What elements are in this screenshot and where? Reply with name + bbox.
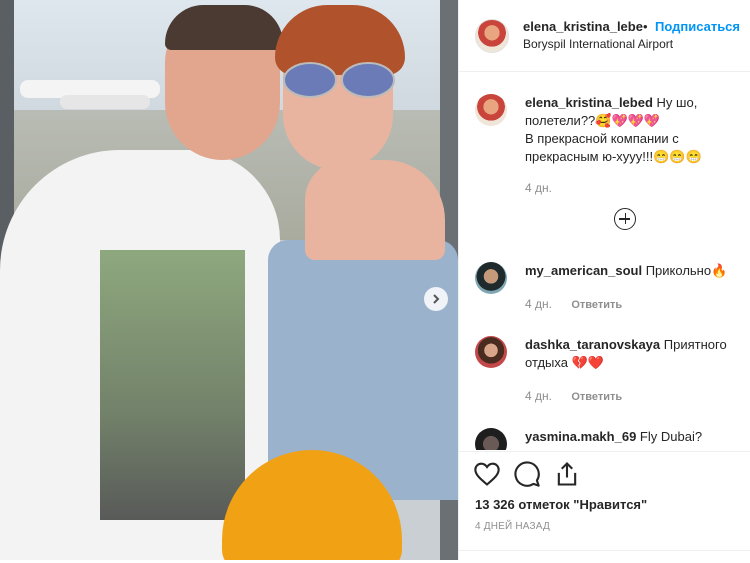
caption-line: В прекрасной компании с <box>525 131 679 146</box>
avatar[interactable] <box>475 428 507 450</box>
caption-line: прекрасным ю-хууу!!!😁😁😁 <box>525 149 702 164</box>
comment-meta: 4 дн. Ответить <box>525 389 622 403</box>
post-username[interactable]: elena_kristina_lebe <box>523 19 643 34</box>
post-actions: 13 326 отметок "Нравится" 4 ДНЕЙ НАЗАД <box>459 451 750 561</box>
comments-list: elena_kristina_lebed Ну шо, полетели??🥰💖… <box>459 72 750 450</box>
comment-body: Fly Dubai? <box>639 429 703 444</box>
likes-count[interactable]: 13 326 отметок "Нравится" <box>475 497 647 512</box>
comment-time[interactable]: 4 дн. <box>525 297 552 311</box>
caption-line: Ну шо, <box>656 95 698 110</box>
avatar[interactable] <box>475 262 507 294</box>
add-comment-section <box>459 550 750 563</box>
separator-dot: • <box>643 19 648 34</box>
photo-woman-shoulder <box>305 160 445 260</box>
post-location[interactable]: Boryspil International Airport <box>523 37 673 51</box>
comment-body: отдыха <box>525 355 568 370</box>
comment-body: Прикольно🔥 <box>645 263 728 278</box>
post-side-panel: elena_kristina_lebe • Подписаться Borysp… <box>458 0 750 560</box>
post-photo[interactable] <box>0 0 458 560</box>
comment-time[interactable]: 4 дн. <box>525 389 552 403</box>
post-header: elena_kristina_lebe • Подписаться Borysp… <box>459 0 750 72</box>
heart-icon[interactable] <box>473 460 501 488</box>
photo-airplane <box>60 95 150 109</box>
comment-body: Приятного <box>663 337 727 352</box>
caption-text: elena_kristina_lebed Ну шо, полетели??🥰💖… <box>525 94 745 166</box>
chevron-right-icon <box>433 294 440 304</box>
avatar[interactable] <box>475 336 507 368</box>
heart-emoji-icon: 💔❤️ <box>571 355 604 370</box>
comment-text: dashka_taranovskaya Приятного отдыха 💔❤️ <box>525 336 745 372</box>
comment-text: yasmina.makh_69 Fly Dubai? <box>525 428 745 446</box>
photo-shirt-print <box>100 250 245 520</box>
photo-man-hair <box>165 5 283 50</box>
caption-username[interactable]: elena_kristina_lebed <box>525 95 653 110</box>
plus-circle-icon[interactable] <box>614 208 636 230</box>
comment-icon[interactable] <box>513 460 541 488</box>
caption-line: полетели??🥰💖💖💖 <box>525 113 661 128</box>
caption-time[interactable]: 4 дн. <box>525 181 552 195</box>
comment-text: my_american_soul Прикольно🔥 <box>525 262 745 280</box>
post-date[interactable]: 4 ДНЕЙ НАЗАД <box>475 521 550 532</box>
comment-meta: 4 дн. Ответить <box>525 297 622 311</box>
share-icon[interactable] <box>553 460 581 488</box>
comment-username[interactable]: yasmina.makh_69 <box>525 429 636 444</box>
avatar[interactable] <box>475 94 507 126</box>
reply-button[interactable]: Ответить <box>571 299 622 311</box>
next-photo-button[interactable] <box>424 287 448 311</box>
comment-username[interactable]: my_american_soul <box>525 263 642 278</box>
photo-sunglasses <box>283 62 395 98</box>
avatar[interactable] <box>475 19 509 53</box>
reply-button[interactable]: Ответить <box>571 391 622 403</box>
follow-button[interactable]: Подписаться <box>655 19 740 34</box>
comment-username[interactable]: dashka_taranovskaya <box>525 337 660 352</box>
